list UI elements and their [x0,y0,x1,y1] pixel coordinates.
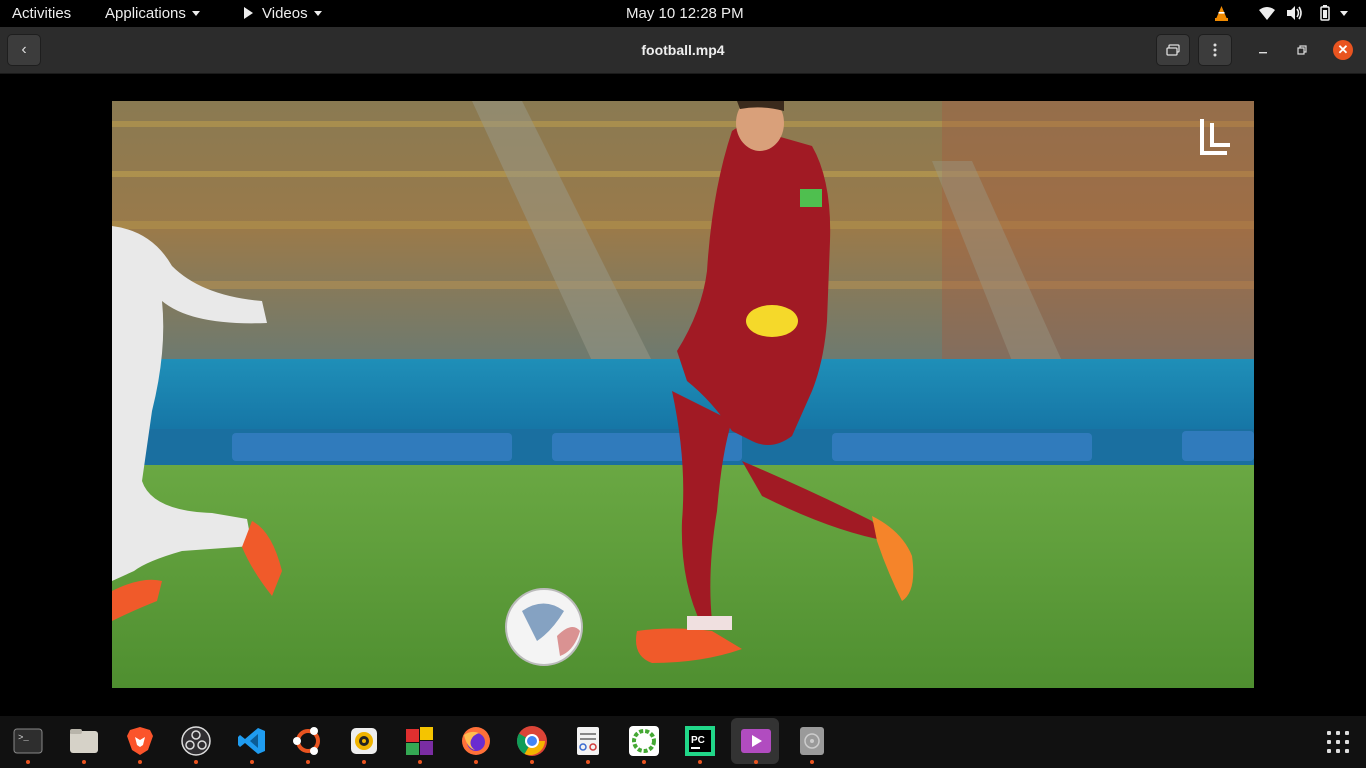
maximize-button[interactable] [1293,41,1311,59]
running-indicator [698,760,702,764]
running-indicator [306,760,310,764]
terminal-icon: >_ [13,728,43,754]
running-indicator [194,760,198,764]
kebab-menu-icon [1213,43,1217,57]
show-applications-button[interactable] [1327,731,1349,753]
system-menu-chevron-icon[interactable] [1340,11,1348,16]
firefox-icon [462,727,490,755]
app-menu-label: Videos [262,5,308,22]
dock-item-disks[interactable] [795,724,829,764]
top-bar: Activities Applications Videos May 10 12… [0,0,1366,27]
wifi-icon[interactable] [1258,6,1276,21]
header-bar: ‹ football.mp4 ✕ [0,27,1366,74]
battery-icon[interactable] [1316,4,1334,22]
video-image [112,101,1254,688]
running-indicator [138,760,142,764]
running-indicator [362,760,366,764]
ubuntu-software-icon [293,727,320,755]
dock-item-anaconda[interactable] [627,724,661,764]
dock-item-rhythmbox[interactable] [347,724,381,764]
brave-icon [127,727,153,755]
minimize-icon [1259,52,1267,54]
dock-item-terminal[interactable]: >_ [11,724,45,764]
dock-item-libreoffice[interactable] [403,724,437,764]
disks-icon [800,727,824,755]
running-indicator [754,760,758,764]
text-editor-icon [577,727,599,755]
dock-item-chrome[interactable] [515,724,549,764]
clock[interactable]: May 10 12:28 PM [626,0,744,27]
files-icon [70,729,98,753]
app-menu[interactable]: Videos [244,0,322,27]
dock: >_ PC [0,716,1366,768]
close-button[interactable]: ✕ [1333,40,1353,60]
dock-item-text-editor[interactable] [571,724,605,764]
running-indicator [26,760,30,764]
vlc-icon[interactable] [1213,5,1230,22]
applications-label: Applications [105,5,186,22]
video-area[interactable]: LL [0,74,1366,715]
chrome-icon [516,726,547,756]
dock-item-firefox[interactable] [459,724,493,764]
chevron-down-icon [191,10,200,16]
chevron-down-icon [313,10,322,16]
svg-text:>_: >_ [18,733,29,743]
running-indicator [474,760,478,764]
grid-icon [1327,731,1331,735]
dock-item-vscode[interactable] [235,724,269,764]
rhythmbox-icon [351,728,377,754]
dock-item-files[interactable] [67,724,101,764]
fullscreen-button[interactable] [1156,34,1190,66]
play-icon [244,7,253,20]
svg-text:PC: PC [691,735,705,746]
running-indicator [530,760,534,764]
running-indicator [418,760,422,764]
pycharm-icon: PC [685,726,715,756]
running-indicator [250,760,254,764]
menu-button[interactable] [1198,34,1232,66]
dock-item-pycharm[interactable]: PC [683,724,717,764]
activities-button[interactable]: Activities [12,0,71,27]
anaconda-icon [629,726,659,756]
dock-item-videos[interactable] [731,718,779,764]
videos-icon [741,729,771,753]
video-frame[interactable]: LL [112,101,1254,688]
vscode-icon [238,728,265,754]
running-indicator [586,760,590,764]
close-icon: ✕ [1337,42,1349,57]
minimize-button[interactable] [1254,41,1272,59]
dock-item-obs[interactable] [179,724,213,764]
applications-menu[interactable]: Applications [105,0,200,27]
running-indicator [82,760,86,764]
running-indicator [810,760,814,764]
restore-icon [1297,45,1307,55]
running-indicator [642,760,646,764]
obs-icon [181,726,211,756]
libreoffice-icon [406,727,433,755]
dock-item-ubuntu-software[interactable] [291,724,325,764]
volume-icon[interactable] [1286,5,1304,21]
window-restore-icon [1166,44,1180,56]
dock-item-brave[interactable] [123,724,157,764]
